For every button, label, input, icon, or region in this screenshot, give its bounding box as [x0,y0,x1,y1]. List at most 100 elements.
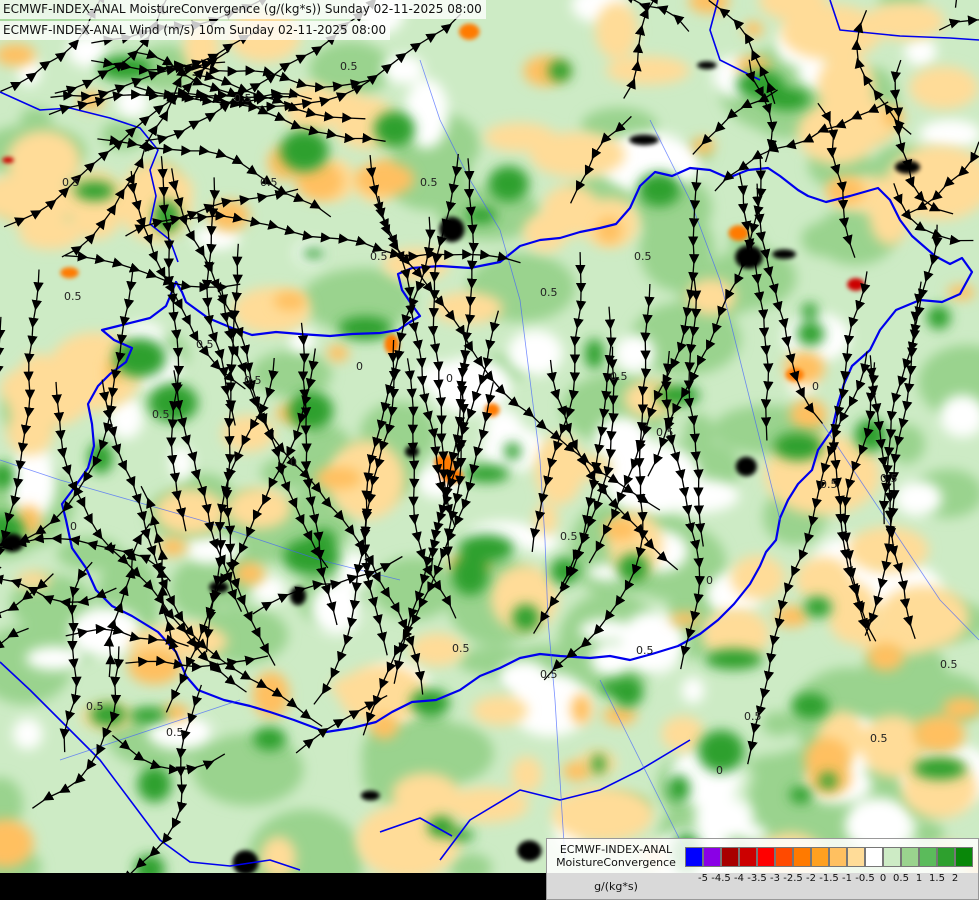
contour-label: 0 [446,372,453,385]
field-blob [909,66,979,110]
contour-label: 0.5 [656,426,674,439]
contour-label: 0.5 [540,668,558,681]
field-blob [116,86,149,118]
field-blob [355,803,461,879]
legend-tick-label: 2 [951,873,959,884]
field-blob [919,119,979,149]
contour-label: 0.5 [870,732,888,745]
contour-label: 0 [812,380,819,393]
field-blob [155,489,226,535]
field-blob [867,642,904,671]
legend-tick-label: 0.5 [893,873,909,884]
contour-label: 0.5 [560,530,578,543]
legend-swatch [775,847,793,867]
field-blob [887,424,926,464]
field-blob [667,774,691,803]
field-blob [562,761,592,782]
field-blob [410,688,450,718]
field-blob [153,200,181,233]
field-blob [253,727,287,751]
field-blob [405,445,419,458]
legend-swatch [757,847,775,867]
legend-title: ECMWF-INDEX-ANAL MoistureConvergence [556,843,676,869]
field-blob [472,695,528,726]
contour-label: 0.5 [634,250,652,263]
field-blob [98,55,152,81]
contour-label: 0.5 [260,176,278,189]
field-blob [316,287,377,315]
legend-swatch [739,847,757,867]
contour-label: 0.5 [196,338,214,351]
legend-swatch [721,847,739,867]
contour-label: 0.5 [420,176,438,189]
field-blob [451,553,489,596]
field-blob [355,162,415,196]
legend-tick-label: -2.5 [783,873,803,884]
legend-tick-label: 1.5 [929,873,945,884]
field-blob [288,391,334,431]
legend-tick-label: -4 [734,873,744,884]
moisture-convergence-map: 0.5 0.5 0.5 0.5 0.5 0.5 0.5 0.5 0.5 0.5 0.5 0.5 0.5 0… [0,0,979,900]
field-blob [260,836,296,879]
field-blob [483,122,556,152]
field-blob [234,562,265,586]
field-blob [789,786,813,804]
field-blob [571,694,592,725]
field-blob [669,612,701,626]
field-blob [360,790,380,801]
field-blob [637,172,682,207]
contour-label: 0.5 [744,710,762,723]
legend-tick-label: -4.5 [711,873,731,884]
field-blob [847,278,865,291]
field-blob [605,56,691,85]
contour-label: 0.5 [64,290,82,303]
field-blob [819,772,838,790]
field-blob [382,54,425,84]
legend-swatch [955,847,973,867]
legend-tick-labels: -5 -4.5 -4 -3.5 -3 -2.5 -2 -1.5 -1 -0.5 0 0.5 1 1.5 2 [685,873,975,887]
contour-label: 0 [716,764,723,777]
legend-tick-label: -2 [806,873,816,884]
contour-label: 0.5 [234,92,252,105]
legend-swatch [883,847,901,867]
legend-tick-label: -5 [698,873,708,884]
wind-title: ECMWF-INDEX-ANAL Wind (m/s) 10m Sunday 0… [0,21,391,40]
field-blob [791,692,830,719]
legend-swatch [793,847,811,867]
legend-tick-label: -3.5 [747,873,767,884]
legend-tick-label: -1 [842,873,852,884]
field-blob [504,442,521,461]
field-blob [629,134,659,146]
map-view[interactable]: 0.5 0.5 0.5 0.5 0.5 0.5 0.5 0.5 0.5 0.5 0.5 0.5 0.5 0… [0,0,979,900]
field-blob [74,181,115,201]
field-blob [591,753,606,775]
contour-label: 0.5 [340,60,358,73]
contour-label: 0.5 [452,642,470,655]
legend-swatches [685,847,973,867]
field-blob [877,585,969,649]
legend-tick-label: -1.5 [819,873,839,884]
field-blob [602,706,637,725]
contour-label: 0.5 [610,370,628,383]
field-blob [735,456,757,477]
field-blob [158,537,187,557]
field-blob [761,711,797,736]
legend-swatch [847,847,865,867]
field-blob [728,225,749,241]
legend-tick-label: -3 [770,873,780,884]
moisture-title: ECMWF-INDEX-ANAL MoistureConvergence (g/… [0,0,486,19]
field-blob [12,718,43,750]
contour-label: 0 [290,456,297,469]
field-blob [697,61,717,70]
field-blob [2,157,14,164]
legend-swatch [937,847,955,867]
field-blob [735,245,763,269]
contour-label: 0.5 [370,250,388,263]
field-blob [736,70,785,99]
field-blob [512,604,540,632]
field-blob [804,596,832,618]
field-blob [904,37,937,66]
legend-swatch [829,847,847,867]
contour-label: 0.5 [636,644,654,657]
contour-label: 0.5 [940,658,958,671]
